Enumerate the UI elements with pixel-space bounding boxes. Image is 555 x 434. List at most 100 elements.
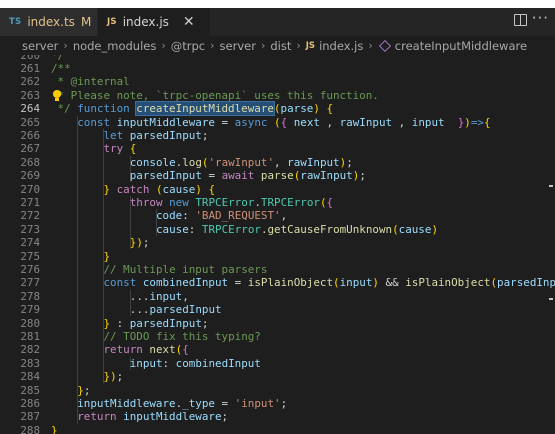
breadcrumb-item[interactable]: server	[220, 39, 256, 53]
code-text: }	[51, 423, 58, 434]
line-number: 269	[20, 169, 40, 183]
code-line[interactable]: 288}	[0, 424, 555, 434]
code-line[interactable]: 263 * Please note, `trpc-openapi` uses t…	[0, 89, 555, 102]
tab-label: index.ts	[27, 15, 75, 29]
breadcrumb-file[interactable]: index.js	[319, 39, 363, 53]
breadcrumb: server › node_modules › @trpc › server ›…	[0, 36, 555, 55]
code-line[interactable]: 284 });	[0, 370, 555, 383]
line-number: 276	[20, 262, 40, 276]
breadcrumb-item[interactable]: node_modules	[73, 39, 157, 53]
code-line[interactable]: 282 return next({	[0, 343, 555, 356]
code-text: throw new TRPCError.TRPCError({	[129, 195, 334, 209]
breadcrumb-item[interactable]: server	[22, 39, 58, 53]
code-text: return next({	[103, 343, 189, 357]
line-number: 279	[20, 303, 40, 317]
code-line[interactable]: 271 throw new TRPCError.TRPCError({	[0, 196, 555, 209]
chevron-right-icon: ›	[260, 39, 266, 52]
code-text: inputMiddleware._type = 'input';	[77, 396, 288, 410]
code-line[interactable]: 264 */ function createInputMiddleware(pa…	[0, 101, 555, 117]
split-editor-icon[interactable]	[514, 14, 527, 26]
code-text: cause: TRPCError.getCauseFromUnknown(cau…	[156, 222, 438, 236]
lightbulb-icon[interactable]	[53, 89, 61, 101]
code-line[interactable]: 272 code: 'BAD_REQUEST',	[0, 209, 555, 222]
code-line[interactable]: 261 /**	[0, 62, 555, 75]
close-icon[interactable]: ✕	[183, 15, 195, 29]
code-line[interactable]: 262 * @internal	[0, 75, 555, 88]
code-text: // Multiple input parsers	[103, 262, 268, 276]
line-number: 262	[20, 75, 40, 89]
code-text: };	[77, 383, 91, 397]
code-line[interactable]: 275 }	[0, 250, 555, 263]
code-line[interactable]: 266 let parsedInput;	[0, 129, 555, 142]
code-text: }	[103, 249, 111, 263]
code-line[interactable]: 276 // Multiple input parsers	[0, 263, 555, 276]
breadcrumb-symbol[interactable]: createInputMiddleware	[395, 39, 527, 53]
breadcrumb-item[interactable]: @trpc	[171, 39, 205, 53]
code-text: * Please note, `trpc-openapi` uses this …	[51, 88, 379, 102]
code-text: */	[51, 55, 65, 62]
code-text: input: combinedInput	[129, 356, 261, 370]
code-line[interactable]: 277 const combinedInput = isPlainObject(…	[0, 276, 555, 289]
line-number: 261	[20, 61, 40, 75]
more-actions-icon[interactable]: ···	[532, 9, 549, 27]
chevron-right-icon: ›	[210, 39, 215, 52]
code-line[interactable]: 285 };	[0, 384, 555, 397]
code-text: */ function createInputMiddleware(parse)…	[51, 101, 334, 117]
code-text: });	[129, 236, 150, 250]
code-line[interactable]: 260 */	[0, 55, 555, 62]
tab-label: index.js	[122, 15, 169, 29]
code-line[interactable]: 267 try {	[0, 142, 555, 155]
code-text: code: 'BAD_REQUEST',	[156, 209, 288, 223]
editor-tab-bar: TS index.ts M JS index.js ✕	[0, 8, 555, 36]
scrollbar-marker	[549, 185, 553, 187]
line-number: 287	[20, 410, 40, 424]
line-number: 275	[20, 249, 40, 263]
line-number: 285	[20, 383, 40, 397]
line-number: 274	[20, 236, 40, 250]
line-number: 266	[20, 128, 40, 142]
line-number: 283	[20, 356, 40, 370]
code-text: const inputMiddleware = async ({ next , …	[77, 115, 491, 129]
function-symbol-icon	[378, 39, 391, 52]
code-line[interactable]: 281 // TODO fix this typing?	[0, 330, 555, 343]
chevron-right-icon: ›	[63, 39, 68, 52]
code-line[interactable]: 280 } : parsedInput;	[0, 317, 555, 330]
code-line[interactable]: 287 return inputMiddleware;	[0, 410, 555, 423]
code-line[interactable]: 265 const inputMiddleware = async ({ nex…	[0, 116, 555, 129]
javascript-file-icon: JS	[305, 40, 316, 51]
javascript-file-icon: JS	[107, 17, 117, 27]
line-number: 281	[20, 329, 40, 343]
line-number: 278	[20, 289, 40, 303]
code-line[interactable]: 286 inputMiddleware._type = 'input';	[0, 397, 555, 410]
line-number: 271	[20, 195, 40, 209]
line-number: 280	[20, 316, 40, 330]
chevron-right-icon: ›	[161, 39, 166, 52]
line-number: 267	[20, 142, 40, 156]
code-line[interactable]: 283 input: combinedInput	[0, 357, 555, 370]
tab-index-ts[interactable]: TS index.ts M	[0, 8, 98, 36]
code-text: ...parsedInput	[129, 303, 222, 317]
scrollbar-marker	[549, 298, 553, 300]
line-number: 270	[20, 182, 40, 196]
code-line[interactable]: 278 ...input,	[0, 290, 555, 303]
breadcrumb-item[interactable]: dist	[270, 39, 291, 53]
code-editor[interactable]: 260 */261 /** 262 * @internal 263 * Please n…	[0, 55, 555, 434]
code-line[interactable]: 274 });	[0, 236, 555, 249]
code-text: });	[103, 370, 124, 384]
code-text: // TODO fix this typing?	[103, 329, 261, 343]
code-line[interactable]: 269 parsedInput = await parse(rawInput);	[0, 169, 555, 182]
code-text: const combinedInput = isPlainObject(inpu…	[103, 276, 555, 290]
line-number: 263	[20, 88, 40, 102]
code-line[interactable]: 273 cause: TRPCError.getCauseFromUnknown…	[0, 223, 555, 236]
line-number: 273	[20, 222, 40, 236]
code-text: } : parsedInput;	[103, 316, 209, 330]
line-number: 284	[20, 370, 40, 384]
tab-index-js[interactable]: JS index.js ✕	[98, 8, 210, 36]
code-line[interactable]: 279 ...parsedInput	[0, 303, 555, 316]
code-text: /**	[51, 61, 71, 75]
line-number: 268	[20, 155, 40, 169]
code-text: let parsedInput;	[103, 128, 209, 142]
chevron-right-icon: ›	[368, 39, 373, 52]
code-line[interactable]: 268 console.log('rawInput', rawInput);	[0, 156, 555, 169]
code-line[interactable]: 270 } catch (cause) {	[0, 183, 555, 196]
